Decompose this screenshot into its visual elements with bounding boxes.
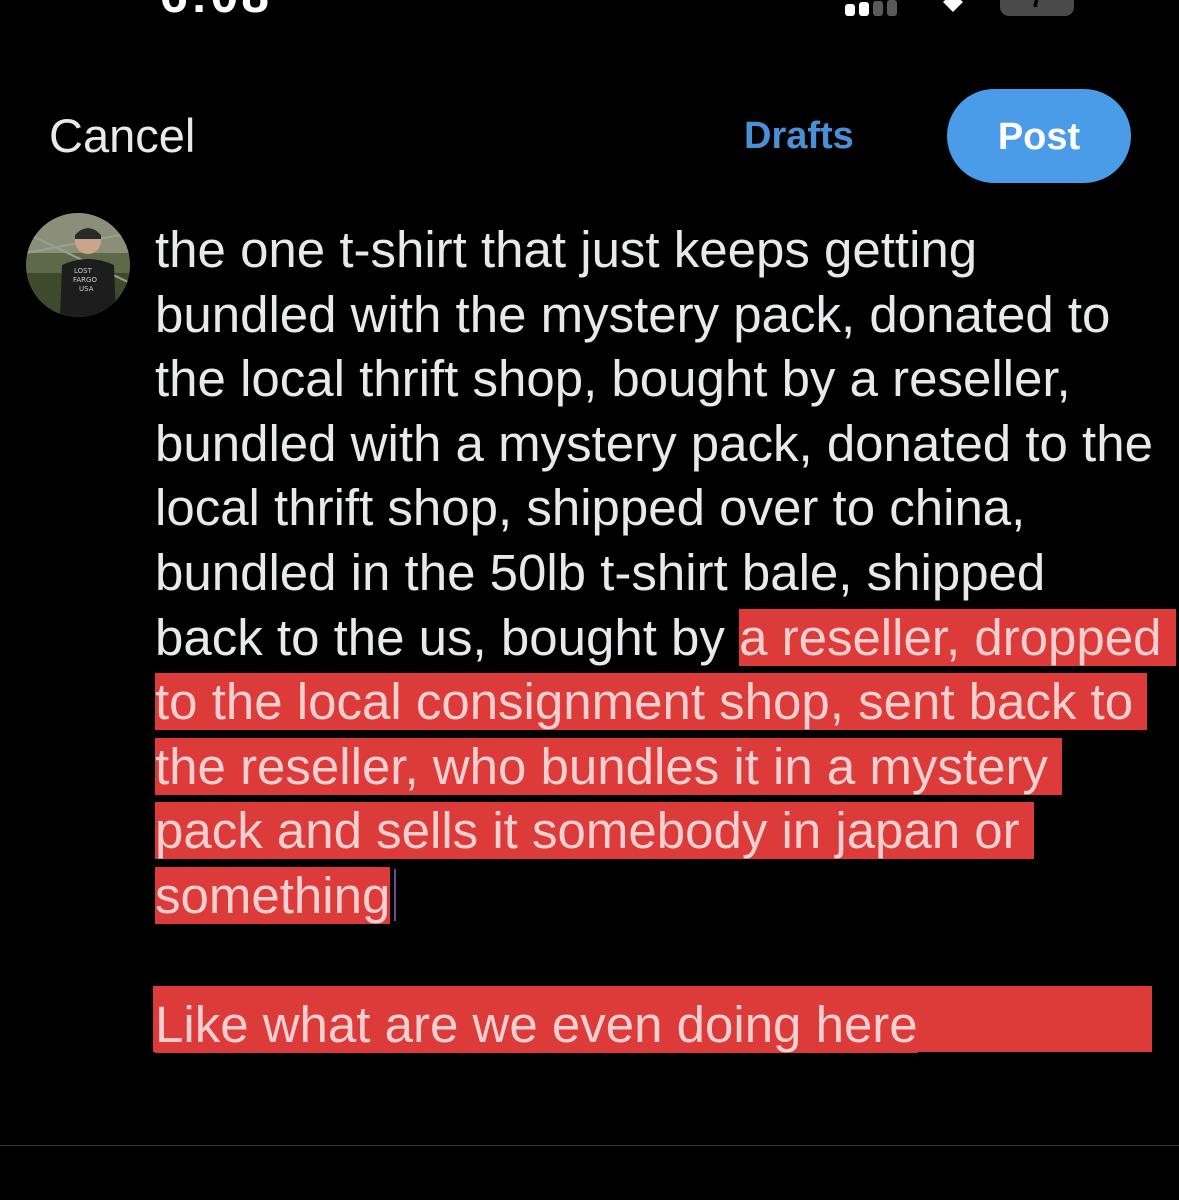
bottom-divider <box>0 1145 1179 1146</box>
cellular-signal-icon <box>845 0 905 16</box>
avatar-shirt-line-2: FARGO <box>73 276 97 284</box>
tweet-text-last-line: Like what are we even doing here <box>155 996 918 1054</box>
tweet-compose-textarea[interactable]: the one t-shirt that just keeps getting … <box>155 218 1176 1058</box>
avatar-shirt-line-3: USA <box>79 285 94 293</box>
text-cursor <box>394 868 397 921</box>
battery-level: 7 <box>1000 0 1074 16</box>
cancel-button[interactable]: Cancel <box>49 108 195 164</box>
drafts-button[interactable]: Drafts <box>744 110 854 162</box>
tweet-text-within-limit: the one t-shirt that just keeps getting … <box>155 221 1168 666</box>
avatar-photo: LOST FARGO USA <box>26 213 130 317</box>
wifi-icon <box>936 0 970 14</box>
status-bar-time: 6:08 <box>160 0 272 24</box>
post-button[interactable]: Post <box>947 89 1131 183</box>
avatar[interactable]: LOST FARGO USA <box>26 213 130 317</box>
avatar-shirt-line-1: LOST <box>74 267 93 275</box>
battery-icon: 7 <box>1000 0 1074 16</box>
